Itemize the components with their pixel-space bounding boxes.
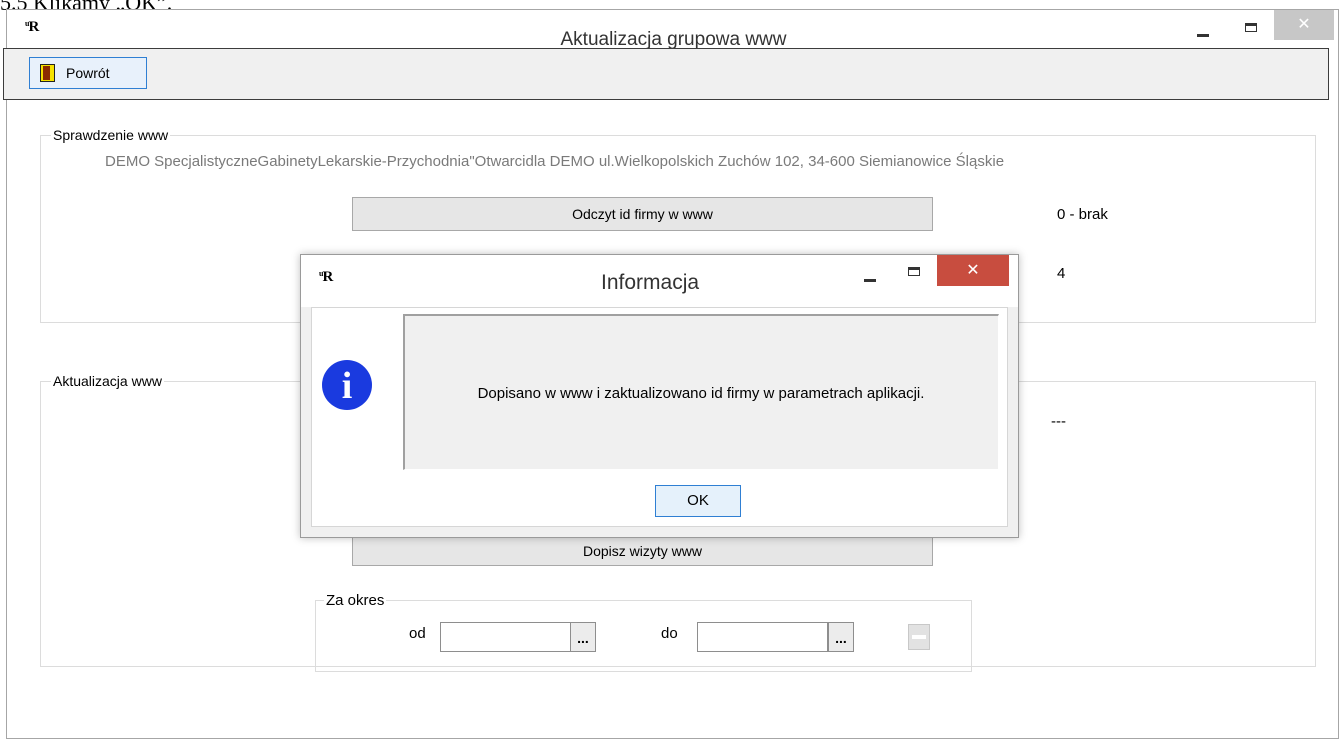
update-result: --- xyxy=(1051,413,1066,430)
dialog-app-icon-text: R xyxy=(322,269,333,285)
dialog-titlebar[interactable]: uR Informacja ✕ xyxy=(301,255,1018,307)
minimize-icon[interactable] xyxy=(1197,34,1209,37)
read-id-button[interactable]: Odczyt id firmy w www xyxy=(352,197,933,231)
dialog-maximize-icon[interactable] xyxy=(908,267,920,276)
date-from-picker-button[interactable]: ... xyxy=(570,622,596,652)
info-icon: i xyxy=(322,360,372,410)
date-to-label: do xyxy=(661,625,678,642)
maximize-icon[interactable] xyxy=(1245,23,1257,32)
add-visits-button[interactable]: Dopisz wizyty www xyxy=(352,536,933,566)
read-id-result: 0 - brak xyxy=(1057,206,1108,223)
back-button-label: Powrót xyxy=(66,65,110,81)
dialog-title: Informacja xyxy=(601,271,700,294)
period-apply-button[interactable] xyxy=(908,624,930,650)
info-dialog: uR Informacja ✕ i Dopisano w www i zaktu… xyxy=(300,254,1019,538)
period-groupbox-title: Za okres xyxy=(324,592,387,609)
dialog-close-icon[interactable]: ✕ xyxy=(937,255,1009,286)
dialog-minimize-icon[interactable] xyxy=(864,279,876,282)
exit-door-icon xyxy=(40,64,55,82)
dialog-message: Dopisano w www i zaktualizowano id firmy… xyxy=(477,385,925,402)
dialog-app-icon: uR xyxy=(319,269,333,285)
update-groupbox-title: Aktualizacja www xyxy=(51,373,164,389)
company-info: DEMO SpecjalistyczneGabinetyLekarskie-Pr… xyxy=(105,153,1005,170)
date-from-label: od xyxy=(409,625,426,642)
close-icon[interactable]: ✕ xyxy=(1274,10,1334,40)
ok-button[interactable]: OK xyxy=(655,485,741,517)
back-button[interactable]: Powrót xyxy=(29,57,147,89)
check-groupbox-title: Sprawdzenie www xyxy=(51,127,171,143)
count-value: 4 xyxy=(1057,265,1066,282)
date-from-input[interactable] xyxy=(440,622,571,652)
toolbar xyxy=(3,48,1329,100)
date-to-input[interactable] xyxy=(697,622,828,652)
date-to-picker-button[interactable]: ... xyxy=(828,622,854,652)
